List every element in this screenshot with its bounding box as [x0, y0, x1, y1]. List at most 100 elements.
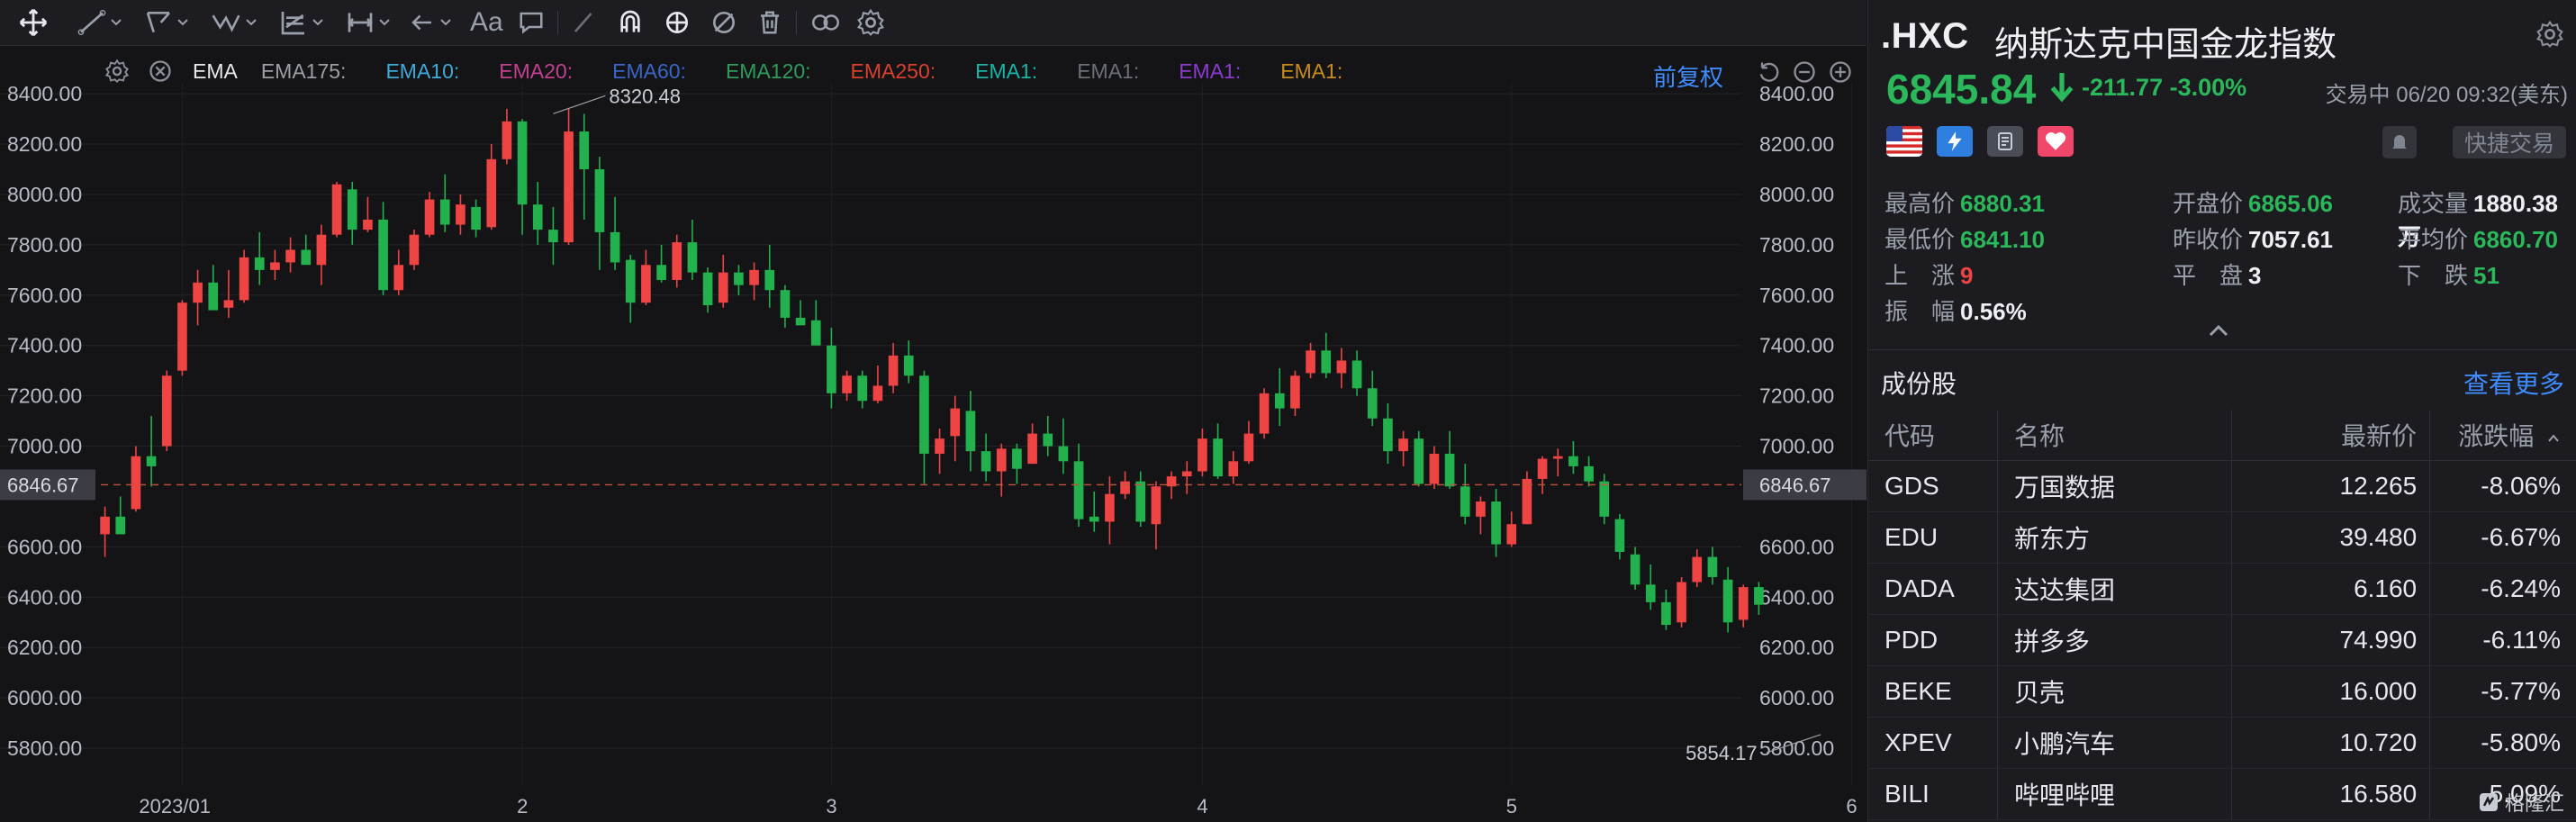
- wave-tool[interactable]: [205, 0, 263, 45]
- candle-body: [301, 249, 312, 266]
- measure-tool[interactable]: [340, 0, 396, 45]
- stat-item: 开盘价 6865.06: [2173, 185, 2333, 221]
- notes-icon[interactable]: [1987, 126, 2023, 157]
- lightning-icon[interactable]: [1937, 126, 1973, 157]
- candle-body: [1089, 516, 1099, 522]
- delete-drawings-tool[interactable]: [751, 0, 789, 45]
- table-row[interactable]: GDS 万国数据 12.265 -8.06%: [1868, 460, 2576, 512]
- fibonacci-tool[interactable]: [274, 0, 330, 45]
- sort-icon: [2548, 434, 2559, 442]
- price-alert-button[interactable]: [2382, 126, 2417, 158]
- gear-icon: [2536, 20, 2563, 48]
- stock-name: 小鹏汽车: [1997, 717, 2232, 769]
- y-tick-label-left: 6400.00: [7, 585, 82, 609]
- chart-area[interactable]: 8400.00 8400.00 8200.00 8200.00 8000.00 8000.…: [0, 46, 1866, 822]
- candle-body: [1476, 501, 1486, 517]
- hide-drawings-tool[interactable]: [704, 0, 744, 45]
- column-change-label: 涨跌幅: [2458, 422, 2535, 450]
- wave-icon: [212, 14, 240, 32]
- compare-tool[interactable]: [804, 0, 847, 45]
- candle-body: [1243, 433, 1254, 462]
- channel-tool[interactable]: [139, 0, 194, 45]
- table-row[interactable]: DADA 达达集团 6.160 -6.24%: [1868, 563, 2576, 615]
- stock-price: 74.990: [2230, 614, 2430, 666]
- stat-value: 6880.31: [1960, 190, 2045, 217]
- candle-body: [393, 265, 404, 291]
- y-tick-label-right: 8000.00: [1759, 183, 1834, 206]
- candle-body: [702, 272, 713, 305]
- y-tick-label-left: 7400.00: [7, 334, 82, 357]
- current-price-label-left: 6846.67: [7, 474, 79, 496]
- candle-body: [950, 408, 961, 437]
- column-change[interactable]: 涨跌幅: [2429, 410, 2576, 461]
- candle-body: [780, 290, 791, 318]
- eye-slash-icon: [712, 12, 735, 33]
- toolbar-divider: [556, 11, 558, 34]
- collapse-stats-button[interactable]: [2206, 322, 2231, 343]
- zoom-out-button[interactable]: [1792, 59, 1817, 89]
- trading-status: 交易中 06/20 09:32(美东): [2325, 83, 2568, 107]
- candle-body: [1012, 448, 1022, 469]
- table-row[interactable]: PDD 拼多多 74.990 -6.11%: [1868, 614, 2576, 666]
- y-tick-label-left: 6200.00: [7, 636, 82, 659]
- y-tick-label-left: 7600.00: [7, 284, 82, 307]
- view-more-link[interactable]: 查看更多: [2463, 365, 2564, 401]
- indicator-settings-button[interactable]: [104, 59, 130, 84]
- table-row[interactable]: EDU 新东方 39.480 -6.67%: [1868, 511, 2576, 564]
- watermark-text: 格隆汇: [2504, 792, 2564, 815]
- pen-tool[interactable]: [565, 0, 603, 45]
- zoom-in-button[interactable]: [1828, 59, 1853, 89]
- column-price[interactable]: 最新价: [2230, 410, 2430, 461]
- indicator-close-button[interactable]: [148, 59, 173, 84]
- table-row[interactable]: BEKE 贝壳 16.000 -5.77%: [1868, 665, 2576, 718]
- stat-label: 最低价: [1885, 226, 1956, 253]
- table-row[interactable]: XPEV 小鹏汽车 10.720 -5.80%: [1868, 717, 2576, 769]
- candle-body: [1444, 453, 1455, 487]
- symbol: .HXC: [1881, 16, 1969, 56]
- trash-icon: [760, 11, 779, 34]
- panel-settings-button[interactable]: [2535, 20, 2564, 53]
- text-tool[interactable]: Aa: [465, 0, 509, 45]
- chart-settings-tool[interactable]: [851, 0, 890, 45]
- table-row[interactable]: BILI 哔哩哔哩 16.580 -5.09%: [1868, 768, 2576, 820]
- gear-icon: [856, 8, 884, 36]
- comment-icon: [520, 12, 543, 34]
- comment-tool[interactable]: [512, 0, 550, 45]
- candlestick-chart[interactable]: 8400.00 8400.008200.00 8200.008000.00 8000.…: [0, 46, 1866, 822]
- stat-label: 下 跌: [2398, 262, 2469, 289]
- adjust-type-button[interactable]: 前复权: [1653, 59, 1723, 93]
- low-annotation-label: 5854.17: [1686, 742, 1758, 764]
- candle-body: [223, 300, 234, 308]
- candle-body: [285, 249, 295, 263]
- trendline-tool[interactable]: [72, 0, 128, 45]
- candle-body: [1228, 461, 1239, 477]
- candle-body: [548, 230, 558, 243]
- candle-body: [1630, 554, 1641, 585]
- arrow-tool[interactable]: [403, 0, 457, 45]
- x-tick-label: 3: [826, 795, 836, 817]
- y-tick-label-left: 8200.00: [7, 132, 82, 156]
- column-name[interactable]: 名称: [1997, 410, 2232, 461]
- column-code[interactable]: 代码: [1868, 410, 1998, 461]
- stat-label: 平均价: [2398, 226, 2469, 253]
- compare-icon: [811, 14, 839, 31]
- candle-body: [1213, 438, 1223, 477]
- x-tick-label: 2: [517, 795, 528, 817]
- chevron-down-icon: [440, 19, 451, 26]
- candle-body: [827, 345, 836, 393]
- chevron-down-icon: [379, 19, 390, 26]
- reset-chart-button[interactable]: [1756, 59, 1781, 89]
- watermark: 格隆汇: [2478, 788, 2564, 817]
- y-tick-label-right: 6200.00: [1759, 636, 1834, 659]
- lock-drawings-tool[interactable]: [657, 0, 697, 45]
- move-tool[interactable]: [0, 0, 54, 45]
- magnet-tool[interactable]: [610, 0, 650, 45]
- stock-code: PDD: [1868, 614, 1998, 666]
- favorite-heart-icon[interactable]: [2038, 126, 2074, 157]
- candle-body: [439, 199, 450, 225]
- candle-body: [1522, 478, 1532, 525]
- quick-trade-button[interactable]: 快捷交易: [2453, 126, 2566, 158]
- candle-body: [1336, 360, 1347, 374]
- candle-body: [1181, 471, 1192, 477]
- stat-value: 7057.61: [2248, 226, 2333, 253]
